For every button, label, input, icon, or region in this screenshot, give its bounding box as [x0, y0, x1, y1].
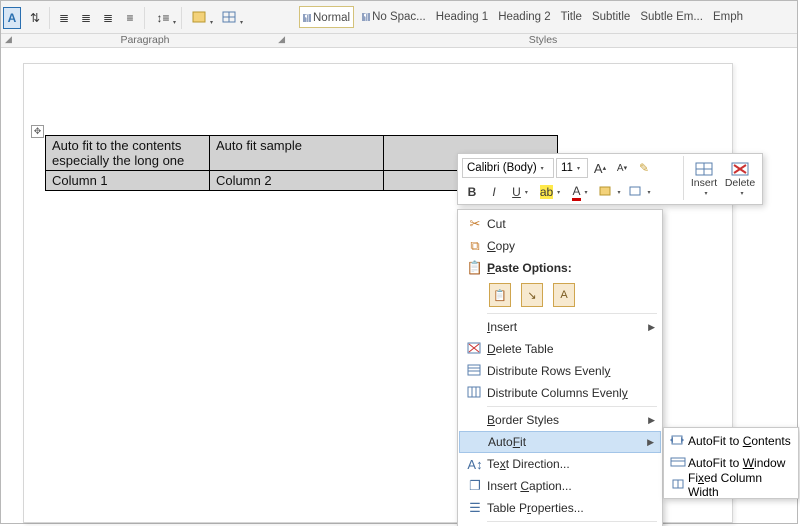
- ribbon-styles-gallery[interactable]: ¶Normal ¶No Spac... Heading 1 Heading 2 …: [289, 1, 797, 33]
- cell-r2c1[interactable]: Column 1: [46, 171, 210, 191]
- text-direction-icon: A↕: [463, 454, 487, 474]
- submenu-arrow-icon: ▶: [648, 415, 661, 426]
- sort-icon[interactable]: ⇅: [24, 7, 46, 29]
- style-title[interactable]: Title: [559, 6, 584, 28]
- cut-icon: ✂: [463, 214, 487, 234]
- menu-distribute-rows[interactable]: Distribute Rows Evenly: [459, 360, 661, 382]
- style-subtitle[interactable]: Subtitle: [590, 6, 632, 28]
- autofit-window-icon: [668, 454, 688, 472]
- style-emphasis[interactable]: Emph: [711, 6, 745, 28]
- borders-mini-icon[interactable]: ▾: [626, 182, 654, 202]
- paragraph-dialog-launcher-icon[interactable]: ◢: [278, 34, 285, 45]
- grow-font-icon[interactable]: A▴: [590, 158, 610, 178]
- font-color-icon[interactable]: A▾: [566, 182, 594, 202]
- paste-options-row: 📋 ↘ A: [459, 279, 661, 311]
- copy-icon: ⧉: [463, 236, 487, 256]
- format-painter-icon[interactable]: A: [3, 7, 21, 29]
- distribute-cols-icon: [463, 383, 487, 403]
- table-insert-button[interactable]: Insert ▾: [686, 156, 722, 202]
- menu-insert[interactable]: Insert ▶: [459, 316, 661, 338]
- mini-toolbar: Calibri (Body)▾ 11▾ A▴ A▾ ✎ B I U▾ ab▾ A…: [457, 153, 763, 205]
- autofit-contents-icon: [668, 432, 688, 450]
- bold-icon[interactable]: B: [462, 182, 482, 202]
- document-canvas[interactable]: ✥ Auto fit to the contents especially th…: [1, 49, 797, 523]
- ribbon-paragraph-group: A ⇅ ≣ ≣ ≣ ≡ ↕≡▾ ▾ ▾: [1, 1, 289, 34]
- table-delete-icon: [731, 162, 749, 176]
- shading-mini-icon[interactable]: ▾: [596, 182, 624, 202]
- shading-icon[interactable]: ▾: [185, 7, 215, 29]
- group-label-paragraph: Paragraph ◢ ◢: [1, 34, 289, 47]
- delete-table-icon: [463, 339, 487, 359]
- paste-text-only-icon[interactable]: A: [553, 283, 575, 307]
- menu-cut[interactable]: ✂ Cut: [459, 213, 661, 235]
- highlight-icon[interactable]: ab▾: [536, 182, 564, 202]
- submenu-arrow-icon: ▶: [647, 437, 660, 448]
- cell-r1c1[interactable]: Auto fit to the contents especially the …: [46, 136, 210, 171]
- fixed-width-icon: [668, 476, 688, 494]
- underline-icon[interactable]: U▾: [506, 182, 534, 202]
- cell-r1c2[interactable]: Auto fit sample: [210, 136, 384, 171]
- paste-icon: 📋: [463, 258, 487, 278]
- submenu-arrow-icon: ▶: [648, 322, 661, 333]
- align-left-icon[interactable]: ≡: [119, 7, 141, 29]
- shrink-font-icon[interactable]: A▾: [612, 158, 632, 178]
- table-move-handle-icon[interactable]: ✥: [31, 125, 44, 138]
- para-left-launcher-icon[interactable]: ◢: [5, 34, 12, 45]
- submenu-fixed-width[interactable]: Fixed Column Width: [666, 474, 796, 496]
- menu-distribute-cols[interactable]: Distribute Columns Evenly: [459, 382, 661, 404]
- style-subtle-em[interactable]: Subtle Em...: [638, 6, 705, 28]
- caption-icon: ❐: [463, 476, 487, 496]
- properties-icon: ☰: [463, 498, 487, 518]
- bullets-icon[interactable]: ≣: [53, 7, 75, 29]
- group-label-styles: Styles: [289, 34, 797, 47]
- font-family-combo[interactable]: Calibri (Body)▾: [462, 158, 554, 178]
- menu-table-properties[interactable]: ☰ Table Properties...: [459, 497, 661, 519]
- menu-insert-caption[interactable]: ❐ Insert Caption...: [459, 475, 661, 497]
- context-menu: ✂ Cut ⧉ Copy 📋 Paste Options: 📋 ↘ A Inse…: [457, 209, 663, 526]
- paste-keep-formatting-icon[interactable]: 📋: [489, 283, 511, 307]
- numbering-icon[interactable]: ≣: [75, 7, 97, 29]
- multilevel-list-icon[interactable]: ≣: [97, 7, 119, 29]
- paste-merge-icon[interactable]: ↘: [521, 283, 543, 307]
- menu-delete-table[interactable]: Delete Table: [459, 338, 661, 360]
- distribute-rows-icon: [463, 361, 487, 381]
- italic-icon[interactable]: I: [484, 182, 504, 202]
- style-normal[interactable]: ¶Normal: [299, 6, 354, 28]
- format-painter-icon[interactable]: ✎: [634, 158, 654, 178]
- font-size-combo[interactable]: 11▾: [556, 158, 588, 178]
- style-heading1[interactable]: Heading 1: [434, 6, 490, 28]
- style-nospacing[interactable]: ¶No Spac...: [360, 6, 428, 28]
- menu-paste-options: 📋 Paste Options:: [459, 257, 661, 279]
- submenu-autofit-contents[interactable]: AutoFit to Contents: [666, 430, 796, 452]
- menu-copy[interactable]: ⧉ Copy: [459, 235, 661, 257]
- borders-icon[interactable]: ▾: [215, 7, 245, 29]
- table-insert-icon: [695, 162, 713, 176]
- cell-r2c2[interactable]: Column 2: [210, 171, 384, 191]
- menu-autofit[interactable]: AutoFit ▶: [459, 431, 661, 453]
- menu-text-direction[interactable]: A↕ Text Direction...: [459, 453, 661, 475]
- line-spacing-icon[interactable]: ↕≡▾: [148, 7, 178, 29]
- table-delete-button[interactable]: Delete ▾: [722, 156, 758, 202]
- menu-border-styles[interactable]: Border Styles ▶: [459, 409, 661, 431]
- style-heading2[interactable]: Heading 2: [496, 6, 552, 28]
- autofit-submenu: AutoFit to Contents AutoFit to Window Fi…: [663, 427, 799, 499]
